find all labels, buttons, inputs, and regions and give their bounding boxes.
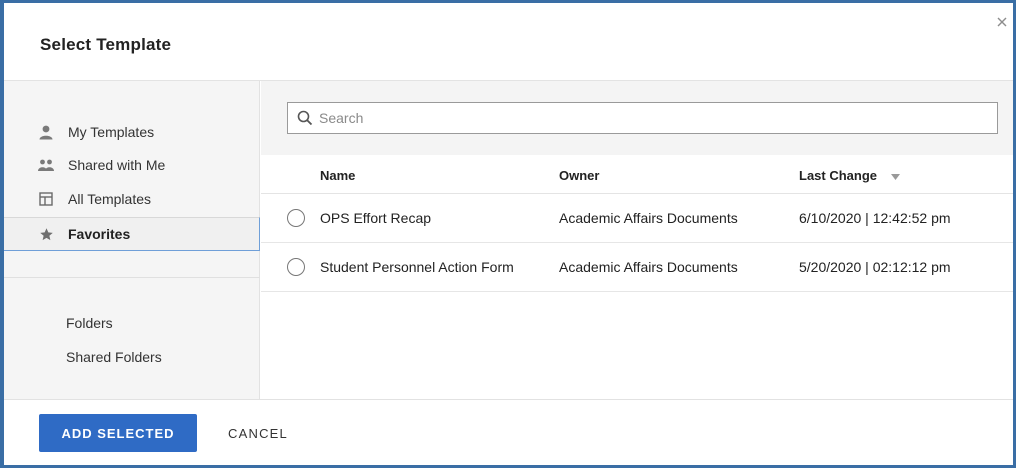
search-band	[261, 81, 1013, 155]
sidebar-item-label: Favorites	[68, 226, 131, 242]
search-input[interactable]	[319, 110, 979, 126]
close-icon[interactable]	[995, 15, 1011, 31]
search-icon	[297, 110, 313, 126]
table-row[interactable]: OPS Effort Recap Academic Affairs Docume…	[261, 194, 1013, 243]
sidebar: My Templates Shared with Me All Template…	[4, 81, 260, 399]
row-last-change: 6/10/2020 | 12:42:52 pm	[799, 210, 951, 226]
dialog-footer: ADD SELECTED CANCEL	[4, 399, 1013, 465]
dialog-title: Select Template	[40, 35, 172, 54]
sidebar-item-label: My Templates	[68, 124, 155, 140]
sidebar-item-shared-with-me[interactable]: Shared with Me	[4, 148, 260, 182]
sidebar-item-favorites[interactable]: Favorites	[4, 217, 260, 251]
row-owner: Academic Affairs Documents	[559, 259, 738, 275]
sidebar-divider	[4, 277, 260, 278]
sidebar-item-my-templates[interactable]: My Templates	[4, 115, 260, 149]
sidebar-item-all-templates[interactable]: All Templates	[4, 182, 260, 216]
template-layout-icon	[38, 191, 54, 207]
star-icon	[38, 226, 54, 242]
sort-desc-caret-icon	[890, 169, 900, 184]
search-box[interactable]	[287, 102, 998, 134]
column-header-owner[interactable]: Owner	[559, 168, 599, 183]
row-name: OPS Effort Recap	[320, 210, 432, 226]
folders-link[interactable]: Folders	[66, 315, 113, 331]
table-row[interactable]: Student Personnel Action Form Academic A…	[261, 243, 1013, 292]
row-select-radio[interactable]	[287, 258, 305, 276]
sidebar-item-label: All Templates	[68, 191, 152, 207]
table-header: Name Owner Last Change	[261, 155, 1013, 194]
row-last-change: 5/20/2020 | 02:12:12 pm	[799, 259, 951, 275]
row-owner: Academic Affairs Documents	[559, 210, 738, 226]
column-header-last-change-label: Last Change	[799, 168, 878, 183]
add-selected-button[interactable]: ADD SELECTED	[39, 414, 197, 452]
column-header-last-change[interactable]: Last Change	[799, 168, 900, 184]
shared-folders-link[interactable]: Shared Folders	[66, 349, 162, 365]
dialog-header: Select Template	[4, 3, 1013, 81]
row-select-radio[interactable]	[287, 209, 305, 227]
person-icon	[38, 124, 54, 140]
template-list-panel: Name Owner Last Change OPS Effort Recap …	[261, 81, 1013, 399]
column-header-name[interactable]: Name	[320, 168, 355, 183]
cancel-button[interactable]: CANCEL	[218, 414, 298, 452]
row-name: Student Personnel Action Form	[320, 259, 514, 275]
people-icon	[38, 157, 54, 173]
sidebar-item-label: Shared with Me	[68, 157, 166, 173]
